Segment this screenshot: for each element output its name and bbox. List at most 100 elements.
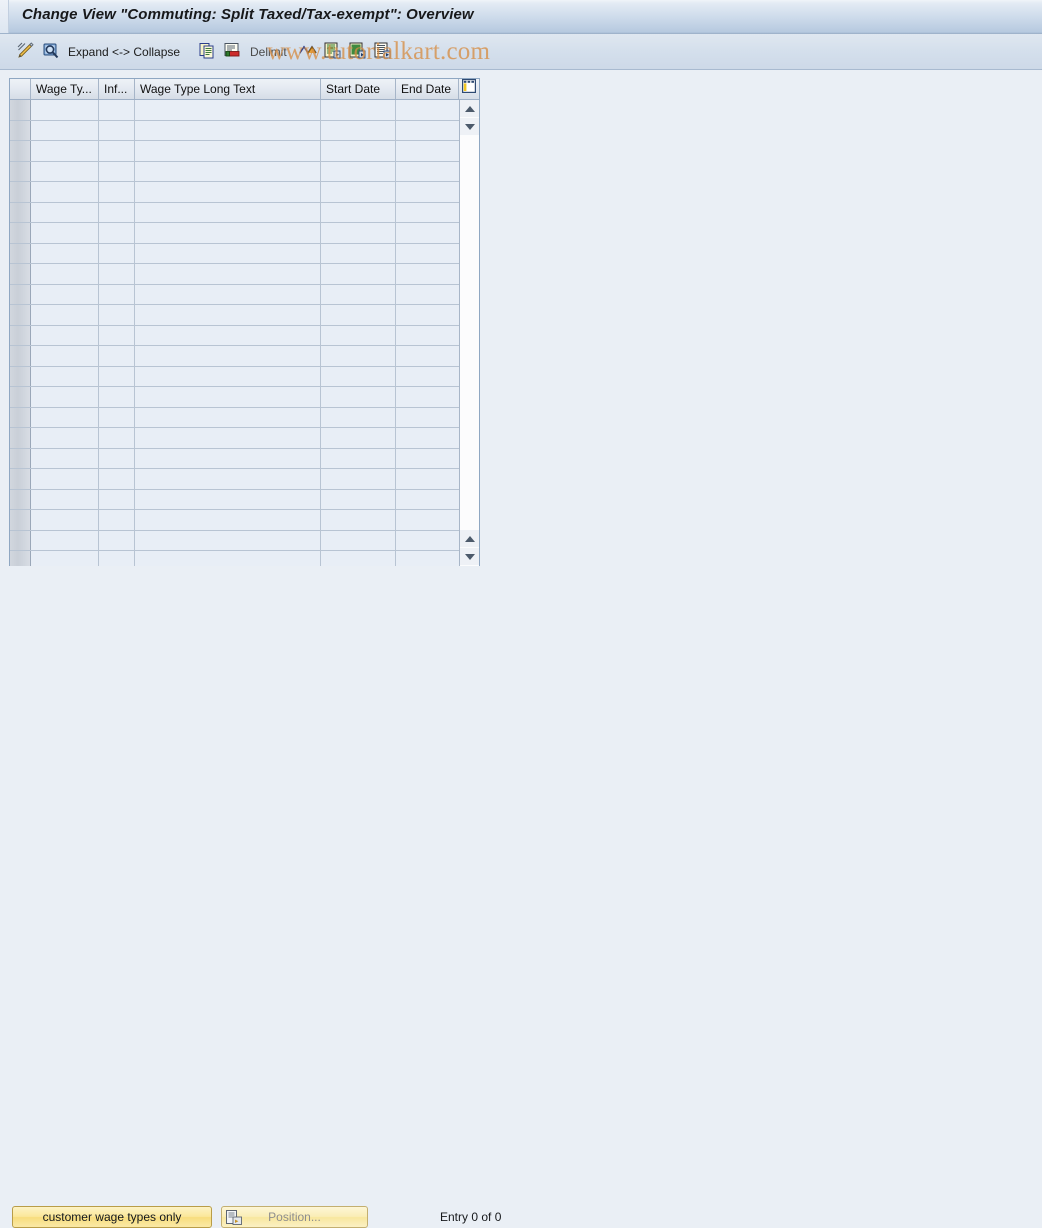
table-header-corner[interactable] — [10, 79, 31, 99]
row-selector-cell[interactable] — [10, 100, 31, 120]
row-selector-cell[interactable] — [10, 489, 31, 509]
row-selector-cell[interactable] — [10, 141, 31, 161]
wage-type-table: Wage Ty... Inf... Wage Type Long Text St… — [9, 78, 480, 566]
row-selector-cell[interactable] — [10, 428, 31, 448]
table-row[interactable] — [10, 510, 461, 531]
table-row[interactable] — [10, 120, 461, 141]
table-row[interactable] — [10, 448, 461, 469]
table-row[interactable] — [10, 407, 461, 428]
cell-separator — [395, 551, 396, 566]
cell-separator — [98, 428, 99, 448]
table-body — [10, 100, 461, 566]
cell-separator — [98, 407, 99, 427]
table-row[interactable] — [10, 387, 461, 408]
table-row[interactable] — [10, 100, 461, 121]
row-selector-cell[interactable] — [10, 120, 31, 140]
row-selector-cell[interactable] — [10, 510, 31, 530]
row-selector-cell[interactable] — [10, 325, 31, 345]
table-row[interactable] — [10, 530, 461, 551]
row-selector-cell[interactable] — [10, 551, 31, 566]
table-row[interactable] — [10, 182, 461, 203]
table-row[interactable] — [10, 305, 461, 326]
cell-separator — [98, 120, 99, 140]
display-change-button[interactable] — [16, 41, 36, 63]
next-entry-button[interactable] — [348, 41, 367, 63]
copy-as-button[interactable] — [198, 41, 217, 63]
copy-as-icon — [198, 41, 217, 63]
row-selector-cell[interactable] — [10, 161, 31, 181]
cell-separator — [98, 551, 99, 566]
row-selector-cell[interactable] — [10, 182, 31, 202]
previous-entry-button[interactable] — [323, 41, 342, 63]
cell-separator — [98, 346, 99, 366]
table-row[interactable] — [10, 161, 461, 182]
table-row[interactable] — [10, 202, 461, 223]
expand-collapse-button[interactable]: Expand <-> Collapse — [68, 41, 180, 63]
row-selector-cell[interactable] — [10, 469, 31, 489]
cell-separator — [98, 284, 99, 304]
table-row[interactable] — [10, 366, 461, 387]
customer-wage-types-only-button[interactable]: customer wage types only — [12, 1206, 212, 1228]
row-selector-cell[interactable] — [10, 346, 31, 366]
cell-separator — [134, 305, 135, 325]
cell-separator — [134, 428, 135, 448]
table-row[interactable] — [10, 223, 461, 244]
row-selector-cell[interactable] — [10, 407, 31, 427]
row-selector-cell[interactable] — [10, 202, 31, 222]
row-selector-cell[interactable] — [10, 284, 31, 304]
table-row[interactable] — [10, 551, 461, 566]
scrollbar-track[interactable] — [460, 136, 479, 530]
table-row[interactable] — [10, 243, 461, 264]
cell-separator — [395, 141, 396, 161]
table-row[interactable] — [10, 469, 461, 490]
cell-separator — [395, 223, 396, 243]
details-button[interactable] — [41, 41, 61, 63]
cell-separator — [320, 182, 321, 202]
column-config-icon — [461, 79, 477, 99]
delete-button[interactable] — [223, 41, 242, 63]
column-header-long-text[interactable]: Wage Type Long Text — [135, 79, 321, 99]
cell-separator — [134, 510, 135, 530]
delimit-button[interactable]: Delimit — [250, 41, 287, 63]
cell-separator — [134, 407, 135, 427]
select-all-button[interactable] — [373, 41, 392, 63]
row-selector-cell[interactable] — [10, 264, 31, 284]
scroll-up-button-bottom[interactable] — [460, 530, 479, 547]
table-row[interactable] — [10, 489, 461, 510]
table-row[interactable] — [10, 141, 461, 162]
table-row[interactable] — [10, 264, 461, 285]
details-magnifier-icon — [41, 41, 61, 64]
table-row[interactable] — [10, 428, 461, 449]
scroll-down-button-top[interactable] — [460, 118, 479, 135]
cell-separator — [395, 100, 396, 120]
column-header-infotype[interactable]: Inf... — [99, 79, 135, 99]
next-entry-icon — [348, 41, 367, 63]
row-selector-cell[interactable] — [10, 243, 31, 263]
scroll-up-button-top[interactable] — [460, 100, 479, 117]
row-selector-cell[interactable] — [10, 530, 31, 550]
row-selector-cell[interactable] — [10, 387, 31, 407]
cell-separator — [395, 530, 396, 550]
column-header-end-date[interactable]: End Date — [396, 79, 459, 99]
scroll-down-button-bottom[interactable] — [460, 548, 479, 565]
column-header-wage-type[interactable]: Wage Ty... — [31, 79, 99, 99]
column-config-button[interactable] — [459, 79, 479, 99]
undo-icon — [298, 41, 318, 64]
position-button[interactable]: Position... — [221, 1206, 368, 1228]
table-row[interactable] — [10, 284, 461, 305]
column-header-start-date[interactable]: Start Date — [321, 79, 396, 99]
row-selector-cell[interactable] — [10, 448, 31, 468]
cell-separator — [98, 161, 99, 181]
cell-separator — [134, 202, 135, 222]
undo-button[interactable] — [298, 41, 318, 63]
cell-separator — [134, 264, 135, 284]
row-selector-cell[interactable] — [10, 366, 31, 386]
cell-separator — [134, 100, 135, 120]
table-vertical-scrollbar[interactable] — [459, 100, 479, 566]
table-row[interactable] — [10, 346, 461, 367]
cell-separator — [98, 141, 99, 161]
row-selector-cell[interactable] — [10, 223, 31, 243]
row-selector-cell[interactable] — [10, 305, 31, 325]
table-row[interactable] — [10, 325, 461, 346]
expand-collapse-label: Expand <-> Collapse — [68, 45, 181, 59]
